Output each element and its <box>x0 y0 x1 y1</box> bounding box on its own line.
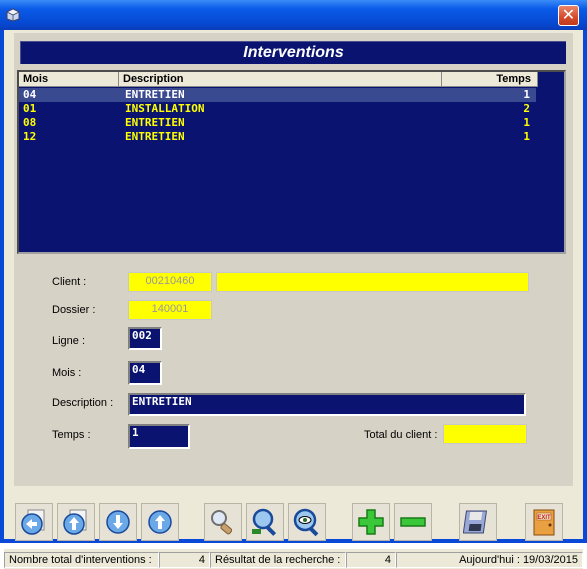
dossier-label: Dossier : <box>52 304 96 316</box>
total-client-label: Total du client : <box>364 429 438 441</box>
title-bar[interactable]: ✕ <box>0 0 587 30</box>
zoom-search-button[interactable] <box>246 503 284 541</box>
last-record-icon <box>148 510 172 534</box>
column-header-temps[interactable]: Temps <box>442 72 538 87</box>
exit-door-icon: EXIT <box>533 509 555 536</box>
exit-button[interactable]: EXIT <box>525 503 563 541</box>
table-row[interactable]: 08 ENTRETIEN 1 <box>19 116 536 130</box>
status-today: Aujourd'hui : 19/03/2015 <box>396 552 583 568</box>
cell-mois: 01 <box>23 102 37 115</box>
ligne-field[interactable]: 002 <box>128 327 162 350</box>
cell-mois: 04 <box>23 88 37 101</box>
dossier-field[interactable]: 140001 <box>128 300 212 320</box>
page-title: Interventions <box>243 44 344 61</box>
cell-temps: 1 <box>523 130 530 143</box>
table-row[interactable]: 01 INSTALLATION 2 <box>19 102 536 116</box>
cell-mois: 08 <box>23 116 37 129</box>
previous-record-button[interactable] <box>57 503 95 541</box>
cell-temps: 1 <box>523 116 530 129</box>
zoom-search-icon <box>252 508 277 536</box>
grid-header: Mois Description Temps <box>19 72 564 88</box>
cell-description: ENTRETIEN <box>125 130 185 143</box>
header-band: Interventions <box>20 41 566 64</box>
status-result-label: Résultat de la recherche : <box>210 552 346 568</box>
cell-mois: 12 <box>23 130 37 143</box>
column-header-description[interactable]: Description <box>119 72 442 87</box>
cell-temps: 2 <box>523 102 530 115</box>
remove-minus-icon <box>400 517 426 527</box>
status-total-label: Nombre total d'interventions : <box>4 552 159 568</box>
application-window: ✕ Interventions Mois Description Temps 0… <box>0 0 587 569</box>
client-label: Client : <box>52 276 87 288</box>
cell-description: ENTRETIEN <box>125 88 185 101</box>
window-client-area: Interventions Mois Description Temps 04 E… <box>4 30 583 569</box>
cell-temps: 1 <box>523 88 530 101</box>
app-icon <box>6 8 20 22</box>
table-row[interactable]: 12 ENTRETIEN 1 <box>19 130 536 144</box>
view-button[interactable] <box>288 503 326 541</box>
main-panel: Interventions Mois Description Temps 04 E… <box>14 33 573 486</box>
save-floppy-icon <box>463 510 488 534</box>
status-total-value: 4 <box>159 552 210 568</box>
svg-text:EXIT: EXIT <box>537 515 551 521</box>
status-bar: Nombre total d'interventions : 4 Résulta… <box>4 549 583 569</box>
cell-description: INSTALLATION <box>125 102 205 115</box>
column-header-mois[interactable]: Mois <box>19 72 119 87</box>
search-button[interactable] <box>204 503 242 541</box>
status-result-value: 4 <box>346 552 396 568</box>
search-icon <box>211 510 233 535</box>
total-client-field[interactable] <box>443 424 527 444</box>
close-button[interactable]: ✕ <box>558 5 579 26</box>
next-record-icon <box>106 510 130 534</box>
client-name-field[interactable] <box>216 272 529 292</box>
first-record-button[interactable] <box>15 503 53 541</box>
interventions-grid[interactable]: Mois Description Temps 04 ENTRETIEN 1 01 INS… <box>17 70 566 254</box>
save-button[interactable] <box>459 503 497 541</box>
remove-button[interactable] <box>394 503 432 541</box>
close-icon: ✕ <box>561 5 576 24</box>
ligne-label: Ligne : <box>52 335 86 347</box>
next-record-button[interactable] <box>99 503 137 541</box>
mois-label: Mois : <box>52 367 82 379</box>
add-plus-icon <box>358 509 384 535</box>
cell-description: ENTRETIEN <box>125 116 185 129</box>
first-record-icon <box>21 509 45 535</box>
last-record-button[interactable] <box>141 503 179 541</box>
description-label: Description : <box>52 397 114 409</box>
view-eye-icon <box>293 508 319 537</box>
previous-record-icon <box>63 509 87 535</box>
mois-field[interactable]: 04 <box>128 361 162 385</box>
description-field[interactable]: ENTRETIEN <box>128 393 526 416</box>
add-button[interactable] <box>352 503 390 541</box>
client-code-field[interactable]: 00210460 <box>128 272 212 292</box>
temps-field[interactable]: 1 <box>128 424 190 449</box>
temps-label: Temps : <box>52 429 91 441</box>
table-row[interactable]: 04 ENTRETIEN 1 <box>19 88 536 102</box>
